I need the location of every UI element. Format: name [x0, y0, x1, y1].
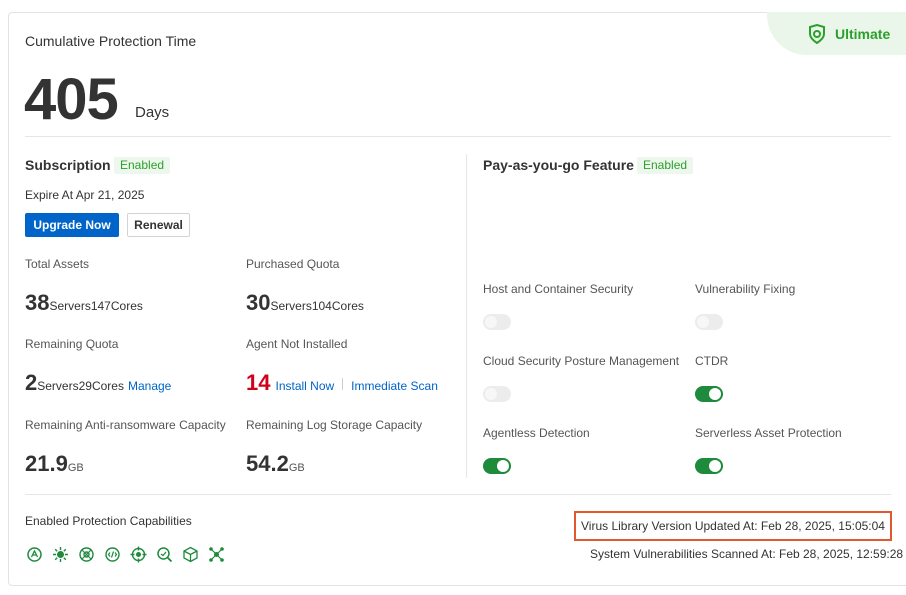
cluster-icon[interactable] — [208, 546, 225, 563]
toggle-serverless[interactable] — [695, 458, 723, 474]
code-icon[interactable] — [104, 546, 121, 563]
subscription-expire: Expire At Apr 21, 2025 — [25, 188, 145, 202]
toggle-ctdr[interactable] — [695, 386, 723, 402]
remaining-quota-label: Remaining Quota — [25, 337, 119, 351]
link-separator — [342, 378, 344, 390]
feature-label-host-container: Host and Container Security — [483, 282, 634, 296]
remaining-quota-servers: 2 — [25, 370, 38, 395]
divider-bottom — [25, 494, 891, 495]
anti-ransomware-number: 21.9 — [25, 451, 68, 476]
remaining-quota-value: 2 Servers 29 Cores Manage — [25, 370, 171, 396]
log-storage-number: 54.2 — [246, 451, 289, 476]
divider-vertical — [466, 154, 467, 478]
purchased-quota-servers: 30 — [246, 290, 271, 315]
remaining-quota-cores: 29 — [78, 379, 92, 393]
capabilities-icons — [26, 546, 225, 563]
cores-unit: Cores — [110, 299, 143, 313]
virus-icon[interactable] — [52, 546, 69, 563]
toggle-host-container[interactable] — [483, 314, 511, 330]
renewal-button[interactable]: Renewal — [127, 213, 190, 237]
toggle-cspm[interactable] — [483, 386, 511, 402]
upgrade-now-button[interactable]: Upgrade Now — [25, 213, 119, 237]
cores-unit: Cores — [331, 299, 364, 313]
virus-library-text: Virus Library Version Updated At: Feb 28… — [581, 519, 885, 533]
total-assets-value: 38 Servers 147 Cores — [25, 290, 143, 316]
system-vuln-scanned: System Vulnerabilities Scanned At: Feb 2… — [590, 547, 904, 561]
edition-badge: Ultimate — [767, 12, 906, 55]
log-storage-value: 54.2 GB — [246, 451, 305, 477]
feature-label-serverless: Serverless Asset Protection — [695, 426, 842, 440]
divider-top — [25, 136, 891, 137]
manage-link[interactable]: Manage — [128, 379, 171, 393]
install-now-link[interactable]: Install Now — [275, 379, 334, 393]
agent-not-installed-count[interactable]: 14 — [246, 370, 270, 396]
capabilities-title: Enabled Protection Capabilities — [25, 514, 192, 528]
payg-status-badge: Enabled — [637, 157, 694, 174]
feature-label-cspm: Cloud Security Posture Management — [483, 354, 680, 368]
toggle-vuln-fixing[interactable] — [695, 314, 723, 330]
container-icon[interactable] — [182, 546, 199, 563]
subscription-title: Subscription — [25, 157, 111, 173]
servers-unit: Servers — [37, 379, 79, 393]
immediate-scan-link[interactable]: Immediate Scan — [351, 379, 438, 393]
payg-title: Pay-as-you-go Feature — [483, 157, 634, 173]
gb-unit: GB — [288, 462, 305, 474]
cores-unit: Cores — [91, 379, 124, 393]
protection-days-value: 405 — [24, 67, 119, 132]
servers-unit: Servers — [49, 299, 91, 313]
log-storage-label: Remaining Log Storage Capacity — [246, 418, 423, 432]
servers-unit: Servers — [270, 299, 312, 313]
purchased-quota-cores: 104 — [311, 299, 332, 313]
network-icon[interactable] — [78, 546, 95, 563]
page-title: Cumulative Protection Time — [25, 33, 197, 49]
alert-shield-icon[interactable] — [26, 546, 43, 563]
total-assets-label: Total Assets — [25, 257, 90, 271]
total-assets-servers: 38 — [25, 290, 50, 315]
gb-unit: GB — [67, 462, 84, 474]
total-assets-cores: 147 — [90, 299, 111, 313]
agent-not-installed-label: Agent Not Installed — [246, 337, 348, 351]
feature-label-agentless: Agentless Detection — [483, 426, 590, 440]
toggle-agentless[interactable] — [483, 458, 511, 474]
protection-days-unit: Days — [135, 104, 170, 121]
agent-not-installed-value: 14 Install Now Immediate Scan — [246, 370, 438, 396]
feature-label-vuln-fixing: Vulnerability Fixing — [695, 282, 796, 296]
purchased-quota-value: 30 Servers 104 Cores — [246, 290, 364, 316]
edition-label: Ultimate — [835, 25, 891, 42]
target-icon[interactable] — [130, 546, 147, 563]
shield-icon — [809, 23, 825, 44]
anti-ransomware-label: Remaining Anti-ransomware Capacity — [25, 418, 226, 432]
anti-ransomware-value: 21.9 GB — [25, 451, 84, 477]
purchased-quota-label: Purchased Quota — [246, 257, 340, 271]
virus-library-updated: Virus Library Version Updated At: Feb 28… — [574, 511, 892, 541]
search-scan-icon[interactable] — [156, 546, 173, 563]
feature-label-ctdr: CTDR — [695, 354, 729, 368]
subscription-status-badge: Enabled — [114, 157, 171, 174]
